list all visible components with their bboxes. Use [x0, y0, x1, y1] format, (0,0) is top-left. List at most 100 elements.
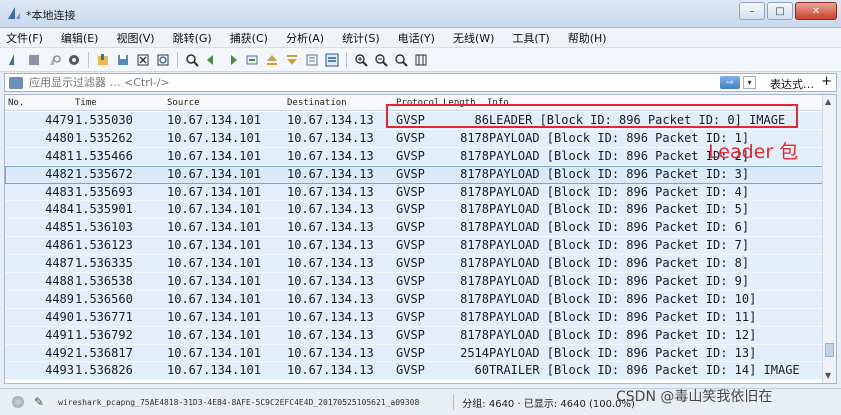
- display-filter-bar: ⇨ ▾ 表达式… +: [4, 73, 837, 92]
- cell-info: PAYLOAD [Block ID: 896 Packet ID: 11]: [489, 309, 757, 324]
- open-file-icon[interactable]: [95, 52, 111, 68]
- auto-scroll-icon[interactable]: [304, 52, 320, 68]
- menu-analyze[interactable]: 分析(A): [286, 30, 324, 46]
- cell-destination: 10.67.134.13: [287, 345, 374, 360]
- menu-view[interactable]: 视图(V): [116, 30, 154, 46]
- vertical-scrollbar[interactable]: ▲ ▼: [822, 95, 836, 383]
- cell-destination: 10.67.134.13: [287, 148, 374, 163]
- go-to-packet-icon[interactable]: [244, 52, 260, 68]
- table-row[interactable]: 4488 1.536538 10.67.134.101 10.67.134.13…: [5, 273, 824, 291]
- first-packet-icon[interactable]: [264, 52, 280, 68]
- menu-help[interactable]: 帮助(H): [568, 30, 607, 46]
- cell-destination: 10.67.134.13: [287, 309, 374, 324]
- capture-comment-icon[interactable]: ✎: [34, 395, 44, 409]
- expert-info-icon[interactable]: [12, 396, 24, 408]
- close-button[interactable]: ✕: [795, 2, 837, 20]
- table-row[interactable]: 4491 1.536792 10.67.134.101 10.67.134.13…: [5, 326, 824, 345]
- table-row[interactable]: 4493 1.536826 10.67.134.101 10.67.134.13…: [5, 362, 824, 381]
- table-row[interactable]: 4485 1.536103 10.67.134.101 10.67.134.13…: [5, 219, 824, 238]
- table-row-selected[interactable]: 4482 1.535672 10.67.134.101 10.67.134.13…: [5, 165, 824, 184]
- table-row[interactable]: 4489 1.536560 10.67.134.101 10.67.134.13…: [5, 290, 824, 309]
- menu-edit[interactable]: 编辑(E): [61, 30, 99, 46]
- menu-telephony[interactable]: 电话(Y): [398, 30, 435, 46]
- menu-capture[interactable]: 捕获(C): [230, 30, 268, 46]
- cell-source: 10.67.134.101: [167, 291, 261, 306]
- packet-count: 分组: 4640 · 已显示: 4640 (100.0%): [462, 398, 635, 410]
- go-forward-icon[interactable]: [224, 52, 240, 68]
- cell-source: 10.67.134.101: [167, 327, 261, 342]
- cell-no: 4484: [45, 202, 74, 217]
- cell-protocol: GVSP: [396, 130, 425, 145]
- table-row[interactable]: 4480 1.535262 10.67.134.101 10.67.134.13…: [5, 129, 824, 148]
- resize-columns-icon[interactable]: [413, 52, 429, 68]
- bookmark-icon[interactable]: [9, 76, 23, 89]
- cell-info: PAYLOAD [Block ID: 896 Packet ID: 12]: [489, 327, 757, 342]
- table-row[interactable]: 4483 1.535693 10.67.134.101 10.67.134.13…: [5, 183, 824, 202]
- cell-info: PAYLOAD [Block ID: 896 Packet ID: 6]: [489, 220, 750, 235]
- column-destination[interactable]: Destination: [287, 98, 347, 108]
- table-row[interactable]: 4487 1.536335 10.67.134.101 10.67.134.13…: [5, 255, 824, 274]
- cell-time: 1.535030: [75, 113, 133, 127]
- menu-file[interactable]: 文件(F): [6, 30, 43, 46]
- zoom-in-icon[interactable]: [353, 52, 369, 68]
- cell-protocol: GVSP: [396, 291, 425, 306]
- leader-annotation-label: Leader 包: [708, 141, 799, 163]
- expression-button[interactable]: 表达式…: [770, 76, 814, 92]
- start-capture-icon[interactable]: [6, 52, 22, 68]
- menu-bar: 文件(F) 编辑(E) 视图(V) 跳转(G) 捕获(C) 分析(A) 统计(S…: [0, 28, 841, 48]
- find-packet-icon[interactable]: [184, 52, 200, 68]
- wireshark-fin-icon: [8, 7, 20, 19]
- column-source[interactable]: Source: [167, 98, 200, 108]
- normal-size-icon[interactable]: [393, 52, 409, 68]
- column-time[interactable]: Time: [75, 98, 97, 108]
- save-file-icon[interactable]: [115, 52, 131, 68]
- apply-filter-button[interactable]: ⇨: [720, 76, 740, 89]
- column-no[interactable]: No.: [8, 98, 24, 108]
- colorize-icon[interactable]: [324, 52, 340, 68]
- cell-source: 10.67.134.101: [167, 148, 261, 163]
- minimize-button[interactable]: –: [739, 2, 765, 20]
- cell-no: 4479: [45, 113, 74, 127]
- cell-source: 10.67.134.101: [167, 309, 261, 324]
- cell-info: PAYLOAD [Block ID: 896 Packet ID: 4]: [489, 184, 750, 199]
- cell-info: PAYLOAD [Block ID: 896 Packet ID: 7]: [489, 238, 750, 253]
- add-filter-button[interactable]: +: [821, 74, 832, 89]
- restart-capture-icon[interactable]: [46, 52, 62, 68]
- close-file-icon[interactable]: [135, 52, 151, 68]
- cell-info: PAYLOAD [Block ID: 896 Packet ID: 13]: [489, 345, 757, 360]
- cell-time: 1.535466: [75, 148, 133, 163]
- cell-destination: 10.67.134.13: [287, 113, 374, 127]
- table-row[interactable]: 4492 1.536817 10.67.134.101 10.67.134.13…: [5, 344, 824, 363]
- go-back-icon[interactable]: [204, 52, 220, 68]
- cell-protocol: GVSP: [396, 327, 425, 342]
- cell-source: 10.67.134.101: [167, 274, 261, 289]
- cell-time: 1.535262: [75, 130, 133, 145]
- cell-source: 10.67.134.101: [167, 363, 261, 378]
- display-filter-input[interactable]: [29, 76, 709, 89]
- menu-tools[interactable]: 工具(T): [512, 30, 549, 46]
- scroll-up-icon[interactable]: ▲: [825, 97, 831, 106]
- table-row[interactable]: 4481 1.535466 10.67.134.101 10.67.134.13…: [5, 147, 824, 166]
- menu-go[interactable]: 跳转(G): [173, 30, 212, 46]
- cell-protocol: GVSP: [396, 256, 425, 271]
- maximize-button[interactable]: □: [767, 2, 793, 20]
- cell-destination: 10.67.134.13: [287, 274, 374, 289]
- menu-statistics[interactable]: 统计(S): [342, 30, 380, 46]
- table-row[interactable]: 4486 1.536123 10.67.134.101 10.67.134.13…: [5, 237, 824, 256]
- capture-options-icon[interactable]: [66, 52, 82, 68]
- reload-file-icon[interactable]: [155, 52, 171, 68]
- cell-info: TRAILER [Block ID: 896 Packet ID: 14] IM…: [489, 363, 800, 378]
- scrollbar-thumb[interactable]: [825, 343, 834, 357]
- table-row[interactable]: 4484 1.535901 10.67.134.101 10.67.134.13…: [5, 201, 824, 220]
- packet-rows: 4479 1.535030 10.67.134.101 10.67.134.13…: [5, 112, 824, 381]
- last-packet-icon[interactable]: [284, 52, 300, 68]
- menu-wireless[interactable]: 无线(W): [453, 30, 494, 46]
- filter-history-dropdown[interactable]: ▾: [743, 76, 756, 89]
- cell-destination: 10.67.134.13: [287, 166, 374, 181]
- scroll-down-icon[interactable]: ▼: [825, 371, 831, 380]
- cell-protocol: GVSP: [396, 184, 425, 199]
- zoom-out-icon[interactable]: [373, 52, 389, 68]
- cell-length: 8178: [460, 130, 489, 145]
- stop-capture-icon[interactable]: [26, 52, 42, 68]
- table-row[interactable]: 4490 1.536771 10.67.134.101 10.67.134.13…: [5, 308, 824, 327]
